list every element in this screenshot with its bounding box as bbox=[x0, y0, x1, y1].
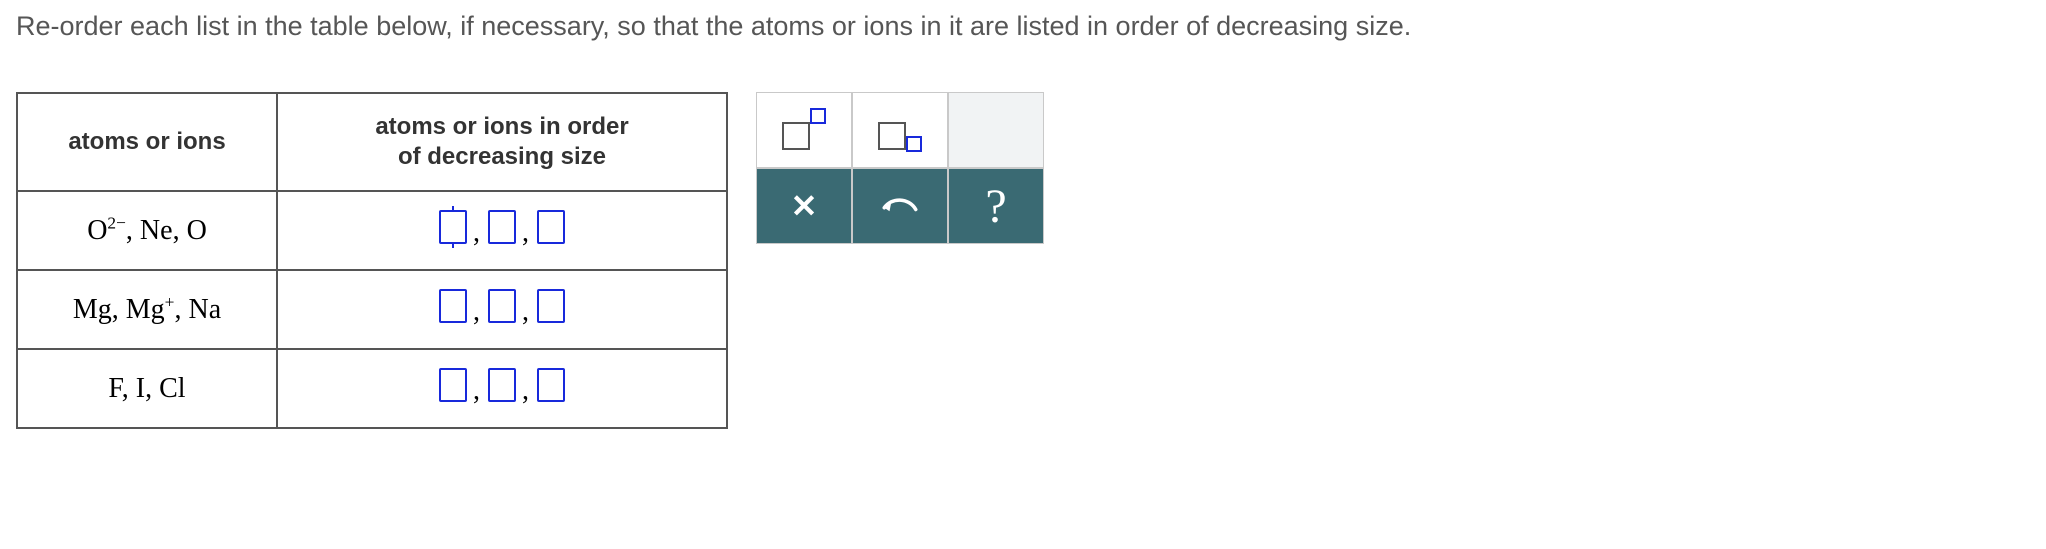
instruction-text: Re-order each list in the table below, i… bbox=[16, 8, 2030, 44]
order-cell: ,, bbox=[277, 349, 727, 428]
entry-slot[interactable] bbox=[439, 210, 467, 244]
header-order-line1: atoms or ions in order bbox=[375, 113, 628, 140]
entry-slot[interactable] bbox=[537, 368, 565, 402]
undo-button[interactable] bbox=[852, 168, 948, 244]
table-row: Mg, Mg+, Na,, bbox=[17, 270, 727, 349]
comma-separator: , bbox=[522, 375, 531, 407]
atom-charge: 2− bbox=[107, 214, 125, 233]
atom-species: F bbox=[108, 373, 121, 404]
atom-charge: + bbox=[165, 293, 175, 312]
atom-species: Mg bbox=[73, 294, 112, 325]
atom-species: Cl bbox=[159, 373, 185, 404]
undo-icon bbox=[879, 192, 921, 220]
atoms-cell: F, I, Cl bbox=[17, 349, 277, 428]
superscript-icon bbox=[782, 110, 826, 150]
comma-separator: , bbox=[473, 296, 482, 328]
atoms-label: F, I, Cl bbox=[108, 373, 185, 404]
help-button[interactable]: ? bbox=[948, 168, 1044, 244]
atoms-label: Mg, Mg+, Na bbox=[73, 294, 221, 325]
atoms-cell: O2−, Ne, O bbox=[17, 191, 277, 270]
tool-empty-cell bbox=[948, 92, 1044, 168]
atoms-label: O2−, Ne, O bbox=[87, 215, 207, 246]
atom-species: Ne bbox=[140, 215, 173, 246]
comma-separator: , bbox=[522, 296, 531, 328]
help-icon: ? bbox=[985, 179, 1006, 234]
close-icon: ✕ bbox=[791, 187, 818, 225]
comma-separator: , bbox=[522, 217, 531, 249]
header-order-line2: of decreasing size bbox=[398, 143, 606, 170]
entry-slot[interactable] bbox=[439, 368, 467, 402]
content-row: atoms or ions atoms or ions in order of … bbox=[16, 92, 2030, 429]
clear-button[interactable]: ✕ bbox=[756, 168, 852, 244]
atom-species: Mg+ bbox=[126, 294, 175, 325]
table-row: F, I, Cl,, bbox=[17, 349, 727, 428]
atom-species: O2− bbox=[87, 215, 126, 246]
entry-slots: ,, bbox=[439, 210, 565, 244]
order-cell: ,, bbox=[277, 191, 727, 270]
comma-separator: , bbox=[473, 375, 482, 407]
superscript-button[interactable] bbox=[756, 92, 852, 168]
subscript-button[interactable] bbox=[852, 92, 948, 168]
header-order: atoms or ions in order of decreasing siz… bbox=[277, 93, 727, 191]
entry-slots: ,, bbox=[439, 289, 565, 323]
entry-slot[interactable] bbox=[537, 289, 565, 323]
atom-species: I bbox=[136, 373, 145, 404]
entry-slot[interactable] bbox=[488, 368, 516, 402]
entry-slot[interactable] bbox=[488, 210, 516, 244]
entry-slot[interactable] bbox=[439, 289, 467, 323]
atoms-cell: Mg, Mg+, Na bbox=[17, 270, 277, 349]
tool-panel: ✕ ? bbox=[756, 92, 1044, 244]
subscript-icon bbox=[878, 110, 922, 150]
comma-separator: , bbox=[473, 217, 482, 249]
entry-slots: ,, bbox=[439, 368, 565, 402]
entry-slot[interactable] bbox=[488, 289, 516, 323]
atom-species: Na bbox=[188, 294, 221, 325]
atoms-table: atoms or ions atoms or ions in order of … bbox=[16, 92, 728, 429]
entry-slot[interactable] bbox=[537, 210, 565, 244]
table-row: O2−, Ne, O,, bbox=[17, 191, 727, 270]
atom-species: O bbox=[187, 215, 207, 246]
header-atoms: atoms or ions bbox=[17, 93, 277, 191]
order-cell: ,, bbox=[277, 270, 727, 349]
